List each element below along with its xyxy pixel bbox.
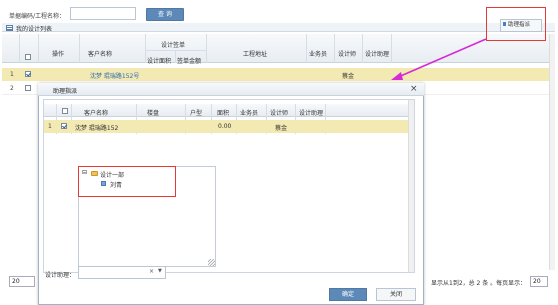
column-divider	[38, 34, 39, 63]
dialog-column-design-assistant: 设计助理	[299, 110, 324, 117]
column-divider	[334, 34, 335, 63]
row-number: 1	[10, 71, 14, 78]
dialog-title: 助理指派	[53, 88, 78, 95]
resize-grip-icon[interactable]	[208, 259, 215, 266]
customer-link[interactable]: 沈梦 琨瑞路152号	[90, 71, 139, 80]
designer-cell: 蔡金	[342, 73, 355, 80]
design-assistant-label: 设计助理：	[45, 272, 76, 279]
column-header-action: 操作	[52, 51, 65, 58]
column-header-designer: 设计师	[338, 51, 357, 58]
column-header-contract-amount: 签单金额	[177, 58, 202, 65]
close-button[interactable]: 关闭	[376, 288, 416, 301]
search-label: 单据编码/工程名称：	[9, 13, 66, 20]
column-header-salesperson: 业务员	[309, 51, 328, 58]
highlight-box-tree	[78, 166, 176, 197]
arrow-shaft	[395, 38, 487, 79]
dialog-row-checkbox[interactable]	[61, 123, 67, 129]
dialog-customer-cell: 沈梦 琨瑞路152	[75, 125, 119, 132]
column-header-customer: 客户名称	[88, 51, 113, 58]
dialog-column-customer: 客户名称	[84, 110, 109, 117]
row-number: 2	[10, 85, 14, 92]
dialog-designer-cell: 蔡金	[275, 125, 288, 132]
dialog-scrollbar[interactable]	[408, 100, 414, 272]
column-divider	[362, 34, 363, 63]
clear-icon[interactable]: ×	[149, 268, 154, 275]
arrow-head	[391, 72, 403, 80]
column-divider	[145, 34, 146, 63]
header-subdivider	[145, 50, 206, 51]
grid-list-icon	[6, 24, 13, 31]
confirm-button[interactable]: 确定	[329, 288, 367, 301]
row-checkbox[interactable]	[25, 85, 31, 91]
column-header-design-contract: 设计签单	[161, 42, 186, 49]
chevron-down-icon[interactable]: ▼	[158, 268, 162, 274]
pager-info: 显示从1到2，总 2 条 。每页显示：	[431, 280, 527, 287]
dialog-column-building: 楼盘	[147, 110, 160, 117]
column-divider	[79, 34, 80, 63]
page-size-input[interactable]: 20	[530, 276, 548, 287]
dialog-select-all-checkbox[interactable]	[62, 108, 68, 114]
search-input[interactable]	[70, 7, 136, 20]
select-all-checkbox[interactable]	[25, 54, 31, 60]
dialog-column-area: 面积	[217, 110, 230, 117]
column-divider	[175, 50, 176, 63]
annotation-arrow	[391, 38, 487, 80]
row-checkbox[interactable]	[25, 71, 31, 77]
dialog-header	[38, 83, 424, 96]
column-divider	[306, 34, 307, 63]
panel-title: 我的设计列表	[16, 26, 53, 33]
highlight-box-assign-button	[486, 7, 546, 41]
dialog-column-room-type: 户型	[190, 110, 203, 117]
dialog-column-designer: 设计师	[270, 110, 289, 117]
page-scrollbar[interactable]	[549, 34, 555, 270]
query-button[interactable]: 查 询	[146, 8, 184, 21]
page-size-select[interactable]: 20	[9, 276, 35, 287]
column-header-design-area: 设计面积	[147, 58, 172, 65]
column-divider	[19, 34, 20, 63]
row-number: 1	[48, 123, 52, 130]
dialog-column-salesperson: 业务员	[240, 110, 259, 117]
column-divider	[206, 34, 207, 63]
panel-header	[2, 23, 555, 32]
dialog-area-cell: 0.00	[218, 123, 232, 130]
column-header-project-address: 工程地址	[243, 51, 268, 58]
